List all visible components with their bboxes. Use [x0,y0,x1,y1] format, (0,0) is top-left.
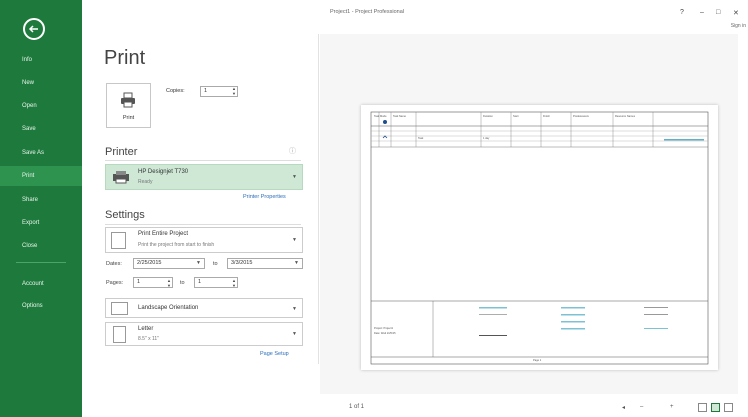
title-bar: Project1 - Project Professional ? – □ ✕ [82,9,748,23]
settings-heading: Settings [105,209,145,221]
paper-size-dropdown[interactable]: Letter 8.5" x 11" ▼ [105,322,303,346]
restore-icon[interactable]: □ [716,9,720,16]
row-duration: 1 day [483,137,490,140]
paper-size: 8.5" x 11" [138,336,159,342]
page-to-value: 1 [198,279,202,285]
col-task-mode: Task Mode [374,115,387,118]
spin-arrows-icon[interactable]: ▲ ▼ [232,86,236,96]
zoom-in-icon[interactable]: + [670,404,674,410]
paper-name: Letter [138,326,154,332]
page-from-stepper[interactable]: 1 ▲ ▼ [133,277,173,288]
printer-icon [121,92,135,108]
pages-to-label: to [180,280,185,286]
back-arrow-icon[interactable] [23,18,45,40]
page-to-stepper[interactable]: 1 ▲ ▼ [194,277,238,288]
settings-divider [105,224,301,225]
chevron-down-icon: ▼ [292,306,297,312]
nav-share[interactable]: Share [0,190,82,210]
nav-save-as[interactable]: Save As [0,143,82,163]
copies-label: Copies: [166,88,185,94]
col-task-name: Task Name [393,115,406,118]
zoom-out-icon[interactable]: – [640,404,643,410]
col-duration: Duration [483,115,493,118]
gantt-preview-graphic [370,111,709,365]
single-page-view-icon[interactable] [711,403,720,412]
page-indicator: 1 of 1 [349,404,365,410]
nav-options[interactable]: Options [0,296,82,316]
chevron-down-icon: ▼ [294,260,299,266]
sign-in-link[interactable]: Sign in [731,23,746,29]
scope-description: Print the project from start to finish [138,242,215,248]
spin-arrows-icon[interactable]: ▲ ▼ [167,278,171,288]
copies-value: 1 [204,88,208,94]
landscape-page-icon [111,302,128,315]
page-title: Print [104,47,146,69]
multi-page-view-icon[interactable] [698,403,707,412]
window-title: Project1 - Project Professional [330,9,404,15]
preview-page: Task Mode Task Name Duration Start Finis… [361,105,718,370]
pages-label: Pages: [106,280,124,286]
nav-info[interactable]: Info [0,50,82,70]
document-icon [111,232,126,249]
page-footer: Page 1 [533,359,542,362]
nav-account[interactable]: Account [0,274,82,294]
printer-name: HP Designjet T730 [138,169,189,175]
nav-new[interactable]: New [0,73,82,93]
dates-label: Dates: [106,261,122,267]
printer-device-icon [113,171,129,184]
print-button[interactable]: Print [106,83,151,128]
close-icon[interactable]: ✕ [733,9,739,17]
printer-divider [105,160,301,161]
chevron-down-icon: ▼ [292,331,297,337]
orientation-dropdown[interactable]: Landscape Orientation ▼ [105,298,303,318]
portrait-page-icon [113,326,126,343]
printer-status: Ready [138,179,153,185]
backstage-sidebar: Info New Open Save Save As Print Share E… [0,0,82,417]
nav-print[interactable]: Print [0,166,82,186]
legend-project: Project: Project1 [374,327,394,330]
chevron-down-icon: ▼ [196,260,201,266]
print-scope-dropdown[interactable]: Print Entire Project Print the project f… [105,227,303,253]
page-from-value: 1 [137,279,141,285]
nav-close[interactable]: Close [0,236,82,256]
date-from-value: 2/25/2015 [137,260,162,266]
row-task-name: Task [418,137,424,140]
grid-view-icon[interactable] [724,403,733,412]
info-icon[interactable]: ⓘ [289,146,296,156]
print-button-label: Print [122,115,135,121]
minimize-icon[interactable]: – [700,9,704,16]
date-to-value: 3/3/2015 [231,260,253,266]
col-start: Start [513,115,519,118]
chevron-down-icon: ▼ [292,174,297,180]
date-from-field[interactable]: 2/25/2015 ▼ [133,258,205,269]
col-finish: Finish [543,115,550,118]
chevron-down-icon: ▼ [292,237,297,243]
orientation-value: Landscape Orientation [138,305,199,311]
col-resource-names: Resource Names [615,115,636,118]
pane-divider [318,34,319,364]
date-to-field[interactable]: 3/3/2015 ▼ [227,258,303,269]
dates-to-label: to [213,261,218,267]
spin-arrows-icon[interactable]: ▲ ▼ [232,278,236,288]
page-setup-link[interactable]: Page Setup [260,351,289,357]
prev-page-icon[interactable]: ◂ [622,404,625,411]
printer-properties-link[interactable]: Printer Properties [243,194,286,200]
printer-dropdown[interactable]: HP Designjet T730 Ready ▼ [105,164,303,190]
scope-title: Print Entire Project [138,231,189,237]
copies-stepper[interactable]: 1 ▲ ▼ [200,86,238,97]
printer-heading: Printer [105,146,138,158]
nav-save[interactable]: Save [0,119,82,139]
nav-open[interactable]: Open [0,96,82,116]
help-icon[interactable]: ? [680,9,684,16]
legend-date: Date: Wed 2/25/15 [374,332,396,335]
col-predecessors: Predecessors [573,115,589,118]
sidebar-divider [16,262,66,263]
nav-export[interactable]: Export [0,213,82,233]
